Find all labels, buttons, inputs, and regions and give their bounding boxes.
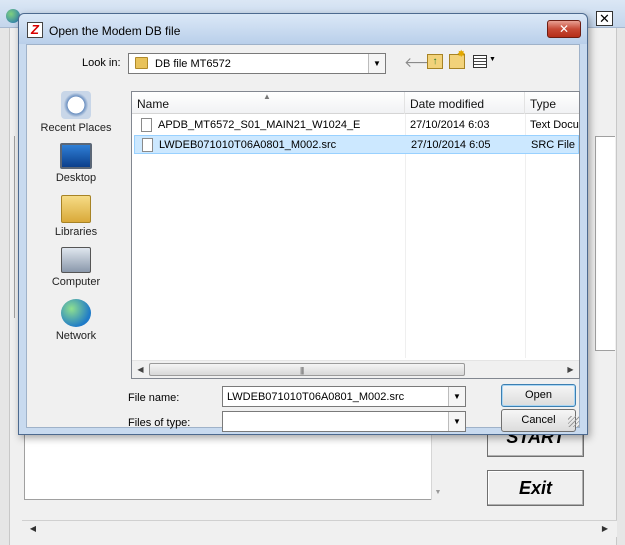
recent-places-icon bbox=[61, 91, 91, 119]
cancel-button[interactable]: Cancel bbox=[501, 409, 576, 432]
dialog-close-button[interactable]: ✕ bbox=[547, 20, 581, 38]
view-menu-icon[interactable] bbox=[473, 55, 487, 68]
scrollbar-grip-icon: ||| bbox=[300, 366, 304, 375]
file-type: SRC File bbox=[531, 139, 576, 151]
place-label: Recent Places bbox=[40, 122, 112, 134]
background-right-border bbox=[616, 28, 625, 545]
scroll-right-arrow-icon[interactable]: ▶ bbox=[562, 361, 579, 378]
files-of-type-dropdown[interactable]: ▼ bbox=[222, 411, 466, 432]
file-name: APDB_MT6572_S01_MAIN21_W1024_E bbox=[158, 119, 361, 131]
dialog-client-area: Look in: DB file MT6572 ▼ 🡐 ↑ ✸ ▼ Recent… bbox=[26, 44, 580, 432]
file-list-horizontal-scrollbar[interactable]: ◀ ||| ▶ bbox=[132, 360, 579, 378]
scroll-right-arrow-icon[interactable]: ▶ bbox=[598, 522, 612, 536]
scrollbar-thumb[interactable]: ||| bbox=[149, 363, 465, 376]
folder-icon bbox=[135, 57, 148, 69]
up-one-level-icon[interactable]: ↑ bbox=[427, 54, 443, 69]
exit-button[interactable]: Exit bbox=[487, 470, 584, 506]
libraries-icon bbox=[61, 195, 91, 223]
column-name-label: Name bbox=[137, 97, 170, 111]
place-network[interactable]: Network bbox=[35, 299, 117, 342]
text-file-icon bbox=[141, 118, 152, 132]
file-icon bbox=[142, 138, 153, 152]
column-header-date[interactable]: Date modified bbox=[405, 92, 525, 114]
new-folder-star-icon: ✸ bbox=[457, 49, 466, 60]
place-label: Libraries bbox=[54, 226, 98, 238]
dialog-title: Open the Modem DB file bbox=[49, 24, 181, 38]
sort-ascending-icon: ▲ bbox=[263, 92, 271, 101]
desktop-icon bbox=[60, 143, 92, 169]
file-row-selected[interactable]: LWDEB071010T06A0801_M002.src 27/10/2014 … bbox=[134, 135, 579, 154]
file-type: Text Document bbox=[530, 119, 579, 131]
resize-grip-icon[interactable] bbox=[568, 416, 579, 427]
file-date: 27/10/2014 6:03 bbox=[410, 119, 490, 131]
app-logo-icon: Z bbox=[27, 22, 43, 38]
dialog-title-bar[interactable]: Z Open the Modem DB file ✕ bbox=[19, 14, 587, 44]
file-name-label: File name: bbox=[128, 392, 180, 404]
file-date: 27/10/2014 6:05 bbox=[411, 139, 491, 151]
background-horizontal-scrollbar[interactable] bbox=[22, 520, 617, 537]
column-header-name[interactable]: Name ▲ bbox=[132, 92, 405, 114]
chevron-down-icon[interactable]: ▼ bbox=[448, 387, 465, 406]
background-close-button[interactable]: ✕ bbox=[596, 11, 613, 26]
background-left-border bbox=[0, 28, 10, 545]
place-label: Computer bbox=[51, 276, 101, 288]
file-name-value: LWDEB071010T06A0801_M002.src bbox=[227, 391, 405, 403]
place-desktop[interactable]: Desktop bbox=[35, 143, 117, 184]
open-file-dialog: Z Open the Modem DB file ✕ Look in: DB f… bbox=[18, 13, 588, 435]
look-in-label: Look in: bbox=[82, 57, 121, 69]
background-right-panel bbox=[595, 136, 615, 351]
chevron-down-icon[interactable]: ▼ bbox=[448, 412, 465, 431]
view-menu-chevron-icon[interactable]: ▼ bbox=[489, 56, 496, 63]
place-computer[interactable]: Computer bbox=[35, 247, 117, 288]
network-icon bbox=[61, 299, 91, 327]
place-label: Network bbox=[55, 330, 97, 342]
scroll-left-arrow-icon[interactable]: ◀ bbox=[26, 522, 40, 536]
files-of-type-label: Files of type: bbox=[128, 417, 191, 429]
column-header-type[interactable]: Type bbox=[525, 92, 579, 114]
chevron-down-icon[interactable]: ▼ bbox=[368, 54, 385, 73]
open-button[interactable]: Open bbox=[501, 384, 576, 407]
look-in-dropdown[interactable]: DB file MT6572 ▼ bbox=[128, 53, 386, 74]
file-name-input[interactable]: LWDEB071010T06A0801_M002.src ▼ bbox=[222, 386, 466, 407]
place-label: Desktop bbox=[55, 172, 97, 184]
computer-icon bbox=[61, 247, 91, 273]
look-in-value: DB file MT6572 bbox=[155, 58, 231, 70]
back-arrow-icon[interactable]: 🡐 bbox=[404, 54, 442, 70]
list-header: Name ▲ Date modified Type bbox=[132, 92, 579, 114]
file-list[interactable]: Name ▲ Date modified Type APDB_MT6572_S0… bbox=[131, 91, 580, 379]
place-recent-places[interactable]: Recent Places bbox=[35, 91, 117, 134]
file-row[interactable]: APDB_MT6572_S01_MAIN21_W1024_E 27/10/201… bbox=[134, 116, 579, 135]
scroll-down-arrow-icon[interactable]: ▼ bbox=[431, 486, 445, 500]
file-name: LWDEB071010T06A0801_M002.src bbox=[159, 139, 337, 151]
scroll-left-arrow-icon[interactable]: ◀ bbox=[132, 361, 149, 378]
place-libraries[interactable]: Libraries bbox=[35, 195, 117, 238]
